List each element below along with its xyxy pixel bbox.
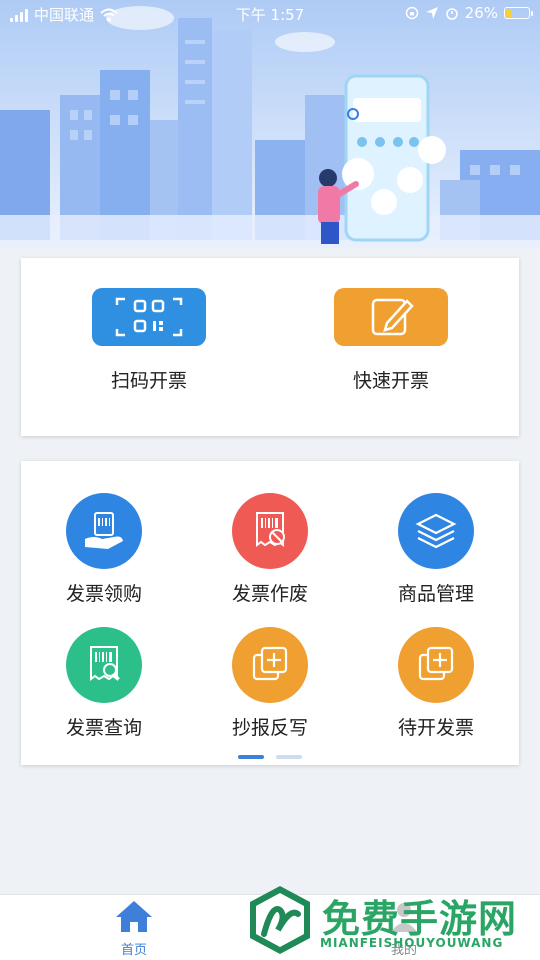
status-bar: 中国联通 下午 1:57 26% <box>0 0 540 28</box>
watermark-logo-icon <box>250 886 310 954</box>
product-management-label: 商品管理 <box>397 583 474 605</box>
pending-invoice-button[interactable]: 待开发票 <box>353 627 519 740</box>
alarm-icon <box>445 8 458 20</box>
quick-invoice-button[interactable]: 快速开票 <box>291 288 491 393</box>
layers-icon <box>398 493 474 569</box>
tab-home[interactable]: 首页 <box>84 899 184 958</box>
quick-invoice-label: 快速开票 <box>352 370 429 392</box>
rotation-lock-icon <box>405 6 418 20</box>
invoice-void-label: 发票作废 <box>231 583 308 605</box>
invoice-purchase-label: 发票领购 <box>65 583 142 605</box>
pencil-edit-icon <box>334 288 448 346</box>
pending-invoice-label: 待开发票 <box>397 717 474 739</box>
battery-level <box>506 9 512 17</box>
qr-scan-icon <box>92 288 206 346</box>
page-indicator <box>21 755 519 759</box>
invoice-search-icon <box>66 627 142 703</box>
watermark: 免费手游网 MIANFEISHOUYOUWANG <box>244 884 536 956</box>
invoice-void-button[interactable]: 发票作废 <box>187 493 353 606</box>
hero-banner <box>0 0 540 248</box>
invoice-query-button[interactable]: 发票查询 <box>21 627 187 740</box>
functions-card: 发票领购 发票作废 商品管理 发票查询 抄报反写 待开发票 <box>21 461 519 765</box>
page-dot-active[interactable] <box>238 755 264 759</box>
home-icon <box>116 901 152 932</box>
invoice-query-label: 发票查询 <box>65 717 142 739</box>
city-illustration <box>0 6 540 248</box>
location-icon <box>425 7 438 19</box>
page-dot[interactable] <box>276 755 302 759</box>
invoice-void-icon <box>232 493 308 569</box>
watermark-title: 免费手游网 <box>322 897 518 941</box>
tab-home-label: 首页 <box>120 943 147 958</box>
copy-report-label: 抄报反写 <box>231 717 308 739</box>
invoice-purchase-button[interactable]: 发票领购 <box>21 493 187 606</box>
scan-invoice-label: 扫码开票 <box>110 370 187 392</box>
invoice-hand-icon <box>66 493 142 569</box>
watermark-subtitle: MIANFEISHOUYOUWANG <box>320 936 504 950</box>
copy-plus-icon <box>232 627 308 703</box>
battery-percent: 26% <box>464 4 498 22</box>
scan-invoice-button[interactable]: 扫码开票 <box>49 288 249 393</box>
quick-actions-card: 扫码开票 快速开票 <box>21 258 519 436</box>
battery-icon <box>504 7 533 19</box>
copy-plus-icon <box>398 627 474 703</box>
copy-report-button[interactable]: 抄报反写 <box>187 627 353 740</box>
product-management-button[interactable]: 商品管理 <box>353 493 519 606</box>
